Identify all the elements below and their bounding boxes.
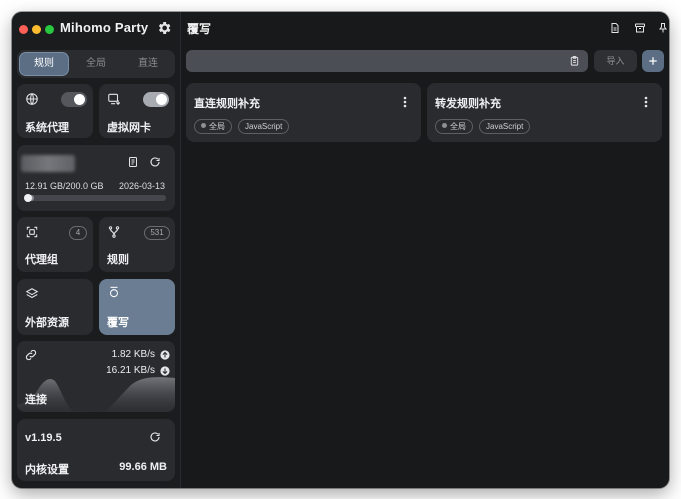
tun-card[interactable]: 虚拟网卡 — [99, 84, 175, 138]
mode-switcher: 规则 全局 直连 — [17, 50, 175, 78]
proxy-groups-label: 代理组 — [25, 254, 58, 266]
core-settings-card[interactable]: v1.19.5 内核设置 99.66 MB — [17, 419, 175, 481]
override-card[interactable]: 覆写 — [99, 279, 175, 335]
more-options-icon[interactable] — [644, 96, 648, 108]
rules-card[interactable]: 531 规则 — [99, 217, 175, 272]
override-label: 覆写 — [107, 317, 129, 329]
archive-icon[interactable] — [634, 22, 646, 34]
system-proxy-card[interactable]: 系统代理 — [17, 84, 93, 138]
type-chip: JavaScript — [238, 119, 290, 134]
connections-label: 连接 — [25, 394, 47, 406]
main-panel: 覆写 导入 直连规则补充 全局 JavaScript 转发规则补充 全局 Jav… — [181, 12, 669, 488]
download-arrow-icon — [160, 366, 170, 376]
upload-rate: 1.82 KB/s — [111, 349, 155, 360]
gear-icon[interactable] — [156, 20, 172, 36]
override-item-proxy-rules[interactable]: 转发规则补充 全局 JavaScript — [427, 83, 662, 142]
resources-card[interactable]: 外部资源 — [17, 279, 93, 335]
override-icon — [109, 286, 119, 298]
mode-tab-global[interactable]: 全局 — [72, 53, 120, 75]
app-title: Mihomo Party — [60, 20, 149, 35]
page-title: 覆写 — [187, 22, 212, 36]
override-item-direct-rules[interactable]: 直连规则补充 全局 JavaScript — [186, 83, 421, 142]
tun-device-icon — [108, 93, 121, 105]
core-version: v1.19.5 — [25, 432, 62, 444]
profile-card[interactable]: 12.91 GB/200.0 GB 2026-03-13 — [17, 145, 175, 211]
scope-chip: 全局 — [194, 119, 232, 134]
tun-label: 虚拟网卡 — [107, 122, 151, 134]
traffic-usage-bar — [24, 194, 166, 202]
profile-name-blurred — [21, 155, 75, 172]
system-proxy-toggle[interactable] — [61, 92, 87, 107]
upload-arrow-icon — [160, 350, 170, 360]
pin-icon[interactable] — [657, 22, 669, 34]
proxy-groups-card[interactable]: 4 代理组 — [17, 217, 93, 272]
minimize-window-button[interactable] — [32, 25, 41, 34]
link-icon — [25, 349, 37, 361]
app-window: Mihomo Party 规则 全局 直连 系统代理 虚拟网卡 12.91 GB… — [12, 12, 669, 488]
download-rate: 16.21 KB/s — [106, 365, 155, 376]
mode-tab-direct[interactable]: 直连 — [124, 53, 172, 75]
mode-tab-rule[interactable]: 规则 — [20, 53, 68, 75]
document-icon[interactable] — [127, 156, 139, 168]
tun-toggle[interactable] — [143, 92, 169, 107]
resources-label: 外部资源 — [25, 317, 69, 329]
scope-chip: 全局 — [435, 119, 473, 134]
zoom-window-button[interactable] — [45, 25, 54, 34]
proxy-group-icon — [26, 226, 38, 238]
core-memory: 99.66 MB — [119, 461, 167, 473]
override-item-title: 直连规则补充 — [194, 98, 260, 110]
add-override-button[interactable] — [642, 50, 664, 72]
connections-card[interactable]: 1.82 KB/s 16.21 KB/s 连接 — [17, 341, 175, 412]
globe-icon — [26, 93, 38, 105]
file-icon[interactable] — [609, 22, 621, 34]
override-url-input[interactable] — [186, 50, 588, 72]
type-chip: JavaScript — [479, 119, 531, 134]
rules-count: 531 — [144, 226, 170, 240]
clipboard-icon[interactable] — [569, 55, 580, 67]
layers-icon — [25, 288, 39, 299]
core-settings-label: 内核设置 — [25, 464, 69, 476]
more-options-icon[interactable] — [403, 96, 407, 108]
branch-icon — [108, 226, 120, 238]
restart-core-icon[interactable] — [149, 431, 161, 443]
override-item-title: 转发规则补充 — [435, 98, 501, 110]
sidebar: Mihomo Party 规则 全局 直连 系统代理 虚拟网卡 12.91 GB… — [12, 12, 181, 488]
rules-label: 规则 — [107, 254, 129, 266]
close-window-button[interactable] — [19, 25, 28, 34]
refresh-icon[interactable] — [149, 156, 161, 168]
proxy-groups-count: 4 — [69, 226, 87, 240]
plus-icon — [649, 57, 657, 65]
profile-expiry: 2026-03-13 — [118, 181, 165, 191]
import-button[interactable]: 导入 — [594, 50, 637, 72]
system-proxy-label: 系统代理 — [25, 122, 69, 134]
profile-usage: 12.91 GB/200.0 GB — [25, 181, 104, 191]
